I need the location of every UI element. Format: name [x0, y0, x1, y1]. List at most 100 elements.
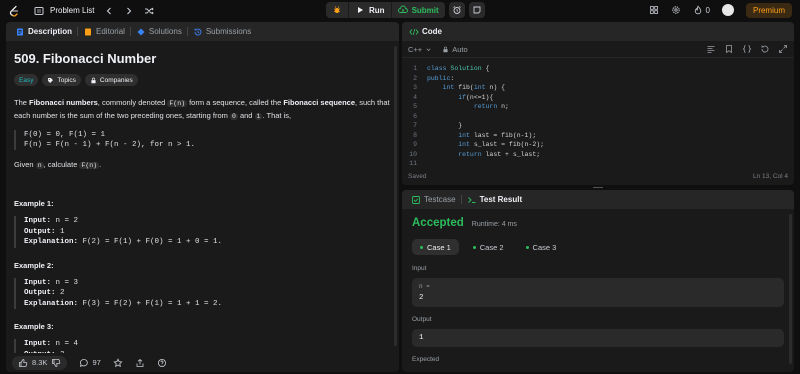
leetcode-logo-icon[interactable]	[8, 5, 20, 17]
code-editor[interactable]: 1 class Solution {2 public: 3 int fib(int n…	[402, 58, 794, 167]
formula-block: F(0) = 0, F(1) = 1 F(n) = F(n - 1) + F(n …	[14, 130, 391, 150]
given-statement: Given n, calculate F(n).	[14, 159, 391, 172]
submit-button[interactable]: Submit	[392, 2, 445, 18]
run-button[interactable]: Run	[349, 2, 392, 18]
layout-grid-icon[interactable]	[649, 5, 659, 15]
star-icon[interactable]	[113, 357, 123, 368]
tab-submissions-label: Submissions	[205, 27, 252, 36]
companies-badge[interactable]: Companies	[84, 74, 138, 86]
example-output-label: Output:	[24, 289, 56, 297]
runtime-value: Runtime: 4 ms	[471, 221, 517, 228]
inline-code: F(n)	[167, 100, 188, 107]
tab-editorial[interactable]: Editorial	[79, 27, 129, 37]
reset-icon[interactable]	[760, 44, 770, 54]
description-footer: 8.3K 97	[6, 353, 399, 372]
submissions-icon	[194, 28, 202, 35]
settings-gear-icon[interactable]	[671, 5, 681, 15]
statement-text: . That is,	[262, 111, 292, 120]
code-text: public:	[427, 74, 455, 82]
code-text: class Solution {	[427, 65, 490, 72]
expand-icon[interactable]	[778, 44, 788, 54]
auto-mode-toggle[interactable]: Auto	[442, 45, 468, 54]
checkbox-icon	[412, 195, 420, 204]
thumbs-up-icon[interactable]	[18, 358, 28, 368]
code-text: return last + s_last;	[458, 150, 541, 158]
braces-icon[interactable]	[742, 44, 752, 54]
tab-testcase[interactable]: Testcase	[407, 195, 460, 205]
input-value: 2	[419, 294, 424, 302]
code-tab-label: Code	[422, 27, 442, 36]
tab-test-result[interactable]: Test Result	[463, 195, 527, 205]
code-text: int fib(int n) {	[442, 84, 506, 91]
editorial-icon	[85, 28, 92, 35]
verdict-status: Accepted	[412, 217, 464, 229]
avatar[interactable]	[721, 4, 734, 16]
line-number: 2	[413, 74, 417, 82]
difficulty-badge[interactable]: Easy	[14, 74, 39, 86]
line-number: 5	[413, 103, 417, 110]
case-tab-2[interactable]: Case 2	[465, 239, 512, 255]
input-var: n =	[419, 283, 430, 290]
streak-count: 0	[705, 5, 710, 15]
thumbs-down-icon[interactable]	[51, 358, 61, 368]
prev-problem-icon[interactable]	[104, 4, 114, 18]
result-scrollbar[interactable]	[789, 214, 792, 364]
cloud-upload-icon	[397, 5, 408, 13]
cursor-position: Ln 13, Col 4	[752, 173, 788, 180]
code-line[interactable]: 4 if(n<=1){	[402, 93, 794, 103]
shuffle-icon[interactable]	[144, 4, 155, 18]
lock-icon	[443, 46, 448, 52]
inline-code: F(n)	[79, 162, 100, 169]
case-tab-1[interactable]: Case 1	[412, 239, 459, 255]
language-select[interactable]: C++	[408, 45, 432, 54]
statement-bold: Fibonacci numbers	[29, 98, 98, 107]
case-tab-3[interactable]: Case 3	[518, 239, 565, 255]
code-line[interactable]: 8 int last = fib(n-1);	[402, 131, 794, 141]
comment-icon	[80, 358, 89, 367]
code-line[interactable]: 2 public:	[402, 74, 794, 84]
code-line[interactable]: 1 class Solution {	[402, 64, 794, 74]
code-tab[interactable]: Code	[402, 22, 794, 41]
help-icon[interactable]	[157, 358, 167, 368]
streak-counter[interactable]: 0	[693, 5, 710, 15]
description-scrollbar[interactable]	[394, 46, 397, 346]
share-icon[interactable]	[135, 358, 145, 368]
output-box: 1	[412, 329, 784, 347]
input-box: n = 2	[412, 278, 784, 307]
vote-group: 8.3K	[12, 355, 68, 370]
format-icon[interactable]	[706, 44, 716, 54]
code-line[interactable]: 7 }	[402, 121, 794, 131]
example-1: Input: n = 2 Output: 1 Explanation: F(2)…	[14, 216, 391, 248]
tab-submissions[interactable]: Submissions	[189, 27, 255, 37]
example-explanation-value: F(2) = F(1) + F(0) = 1 + 0 = 1.	[82, 238, 223, 246]
debug-button[interactable]	[326, 2, 349, 18]
tab-test-result-label: Test Result	[479, 195, 523, 204]
code-line[interactable]: 6	[402, 112, 794, 122]
tab-divider	[460, 195, 462, 204]
tab-description[interactable]: Description	[11, 27, 76, 37]
timer-button[interactable]	[448, 2, 465, 18]
tab-solutions[interactable]: Solutions	[132, 27, 186, 37]
lock-icon	[91, 77, 96, 83]
problem-list-link[interactable]: Problem List	[50, 6, 94, 15]
statement-text: , commonly denoted	[97, 98, 168, 107]
input-label: Input	[412, 265, 427, 272]
code-line[interactable]: 10 return last + s_last;	[402, 150, 794, 160]
notes-button[interactable]	[468, 2, 485, 18]
topics-badge[interactable]: Topics	[42, 74, 81, 86]
description-icon	[17, 28, 23, 35]
problem-list-icon[interactable]	[34, 4, 44, 18]
chevron-down-icon	[426, 48, 431, 51]
example-input-value: n = 4	[55, 340, 79, 348]
code-line[interactable]: 9 int s_last = fib(n-2);	[402, 140, 794, 150]
comments-button[interactable]: 97	[79, 358, 101, 368]
code-text: return n;	[473, 103, 509, 110]
code-line[interactable]: 3 int fib(int n) {	[402, 83, 794, 93]
example-1-title: Example 1:	[14, 199, 54, 208]
bookmark-icon[interactable]	[724, 44, 734, 54]
premium-button[interactable]: Premium	[745, 2, 792, 18]
example-explanation-label: Explanation:	[24, 238, 79, 246]
example-input-label: Input:	[24, 340, 52, 348]
next-problem-icon[interactable]	[124, 4, 134, 18]
code-line[interactable]: 5 return n;	[402, 102, 794, 112]
